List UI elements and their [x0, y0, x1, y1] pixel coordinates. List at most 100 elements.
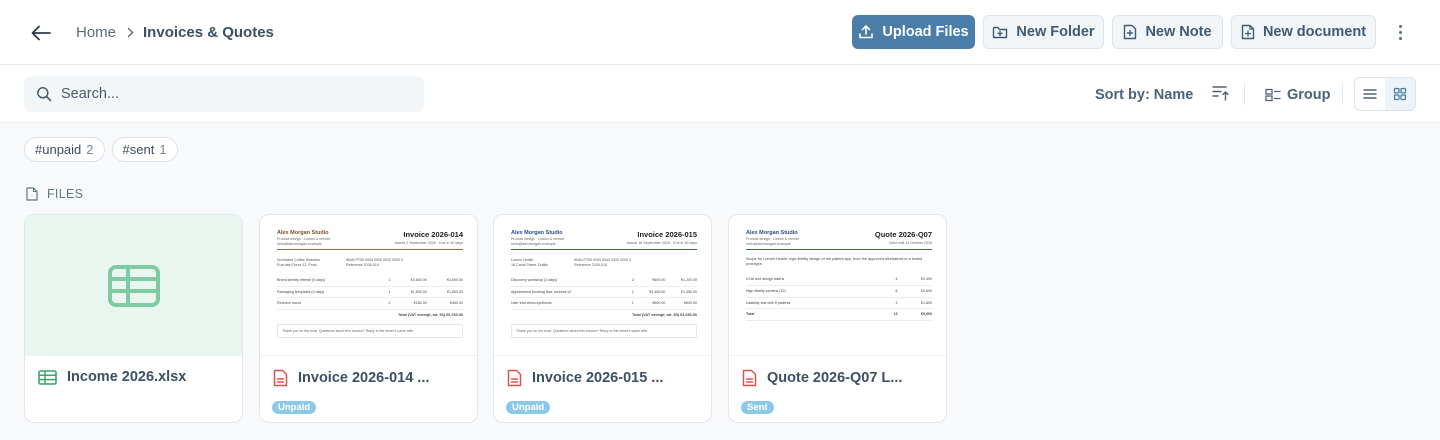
preview-title: Quote 2026-Q07 — [874, 230, 932, 239]
preview-meta: Northwind Coffee Roasters Rua das Flores … — [277, 258, 463, 267]
preview-note: Thank you for the trust. Questions about… — [511, 323, 697, 339]
table-row: Usability test with 5 patients 3 €1,800 — [746, 297, 932, 310]
cell: 6 — [884, 285, 898, 298]
preview-reference: Reference 2026-014 — [346, 263, 379, 268]
preview-rule — [746, 249, 932, 251]
cell: €9,000 — [897, 308, 932, 322]
cell: €3,600.00 — [390, 274, 427, 287]
cell: €2,400 — [897, 274, 932, 287]
chevron-right-icon — [127, 27, 134, 38]
tag-filters: #unpaid 2 #sent 1 — [24, 137, 178, 162]
table-row: Brand identity refresh (6 days) 1 €3,600.0… — [277, 274, 463, 287]
preview-note: Thank you for the trust. Questions about… — [277, 323, 463, 339]
table-row: High-fidelity screens (32) 6 €3,600 — [746, 285, 932, 298]
tag-sent[interactable]: #sent 1 — [111, 137, 178, 162]
preview-billto-address: 18 Canal Street, Dublin — [511, 263, 549, 268]
cell: User interviews synthesis — [511, 297, 630, 310]
preview-date: Valid until 31 October 2026 — [888, 241, 932, 245]
preview-title: Invoice 2026-015 — [637, 230, 697, 239]
cell: High-fidelity screens (32) — [746, 285, 885, 298]
new-document-label: New document — [1262, 24, 1367, 40]
grid-icon — [1393, 87, 1407, 101]
file-name: Invoice 2026-014 ... — [273, 369, 429, 387]
invoice-preview: Alex Morgan Studio Product design · Lisb… — [511, 230, 697, 339]
file-name: Income 2026.xlsx — [38, 369, 186, 385]
sort-direction-icon[interactable] — [1211, 84, 1231, 107]
cell: 4 — [884, 274, 898, 287]
toolbar: Sort by: Name Group — [0, 65, 1440, 123]
files-section-header: FILES — [26, 187, 83, 201]
sort-by-button[interactable]: Sort by: Name — [1095, 87, 1193, 103]
file-thumbnail: Alex Morgan Studio Product design · Lisb… — [260, 215, 477, 356]
status-badge: Unpaid — [272, 401, 317, 414]
list-view-button[interactable] — [1355, 78, 1385, 110]
cell: €1,450.00 — [665, 286, 697, 299]
table-row: Revision round 2 €180.00 €360.00 — [277, 297, 463, 310]
cell: €1,450.00 — [633, 286, 666, 299]
file-name: Quote 2026-Q07 L... — [742, 369, 902, 387]
file-card-invoice-015[interactable]: Alex Morgan Studio Product design · Lisb… — [493, 214, 712, 423]
quote-preview: Alex Morgan Studio Product design · Lisb… — [746, 230, 932, 322]
cell: Revision round — [277, 297, 386, 310]
file-name-text: Income 2026.xlsx — [67, 369, 187, 385]
preview-reference: Reference 2026-015 — [574, 263, 607, 268]
grid-view-button[interactable] — [1385, 78, 1415, 110]
cell: €3,600.00 — [426, 274, 463, 287]
status-badge: Unpaid — [506, 401, 551, 414]
upload-files-label: Upload Files — [882, 24, 969, 40]
arrow-left-icon — [31, 25, 51, 41]
tag-unpaid[interactable]: #unpaid 2 — [24, 137, 105, 162]
preview-date: Issued 18 September 2026 · Due in 30 day… — [626, 241, 697, 245]
breadcrumb-home[interactable]: Home — [76, 24, 116, 41]
folder-plus-icon — [993, 26, 1008, 38]
cell: €600.00 — [633, 274, 666, 287]
list-icon — [1363, 89, 1377, 99]
file-name: Invoice 2026-015 ... — [507, 369, 663, 387]
divider — [1342, 83, 1343, 105]
file-thumbnail: Alex Morgan Studio Product design · Lisb… — [729, 215, 946, 356]
file-name-text: Quote 2026-Q07 L... — [767, 370, 903, 386]
cell: Total — [746, 308, 885, 322]
file-card-quote-q07[interactable]: Alex Morgan Studio Product design · Lisb… — [728, 214, 947, 423]
file-card-invoice-014[interactable]: Alex Morgan Studio Product design · Lisb… — [259, 214, 478, 423]
preview-date: Issued 2 September 2026 · Due in 30 days — [394, 241, 463, 245]
more-menu-icon[interactable] — [1389, 20, 1411, 44]
preview-line-items: Discovery workshop (2 days) 2 €600.00 €1,20… — [511, 274, 697, 310]
preview-total: Total (VAT exempt, art. 53) €5,760.00 — [398, 312, 463, 317]
cell: UI kit and design tokens — [746, 274, 885, 287]
cell: Discovery workshop (2 days) — [511, 274, 630, 287]
cell: €600.00 — [665, 297, 697, 310]
new-document-button[interactable]: New document — [1231, 15, 1376, 49]
breadcrumb-current: Invoices & Quotes — [143, 24, 274, 41]
spreadsheet-icon — [38, 369, 57, 385]
preview-billto-address: Rua das Flores 12, Porto — [277, 263, 317, 268]
divider — [1244, 83, 1245, 105]
search-box — [24, 76, 424, 112]
cell: €600.00 — [633, 297, 666, 310]
back-button[interactable] — [26, 18, 56, 48]
cell: €3,600 — [897, 285, 932, 298]
search-input[interactable] — [61, 86, 401, 102]
note-plus-icon — [1124, 24, 1137, 40]
group-button[interactable]: Group — [1265, 87, 1331, 103]
table-row: Total 13 €9,000 — [746, 308, 932, 322]
breadcrumb: Home Invoices & Quotes — [76, 24, 274, 41]
top-bar: Home Invoices & Quotes Upload Files New … — [0, 0, 1440, 65]
preview-rule — [511, 249, 697, 251]
file-card-income[interactable]: Income 2026.xlsx — [24, 214, 243, 423]
file-name-text: Invoice 2026-015 ... — [532, 370, 664, 386]
upload-files-button[interactable]: Upload Files — [852, 15, 975, 49]
group-label: Group — [1287, 87, 1331, 103]
file-thumbnail — [25, 215, 242, 356]
table-row: Appointment booking flow, screens v2 1 €1,… — [511, 286, 697, 299]
file-icon — [26, 187, 38, 201]
cell: Brand identity refresh (6 days) — [277, 274, 386, 287]
new-note-button[interactable]: New Note — [1112, 15, 1223, 49]
new-folder-label: New Folder — [1016, 24, 1095, 40]
new-folder-button[interactable]: New Folder — [983, 15, 1104, 49]
cell: €360.00 — [426, 297, 463, 310]
invoice-preview: Alex Morgan Studio Product design · Lisb… — [277, 230, 463, 339]
spreadsheet-icon — [107, 264, 160, 307]
tag-label: #sent — [122, 142, 155, 157]
cell: Usability test with 5 patients — [746, 297, 885, 310]
